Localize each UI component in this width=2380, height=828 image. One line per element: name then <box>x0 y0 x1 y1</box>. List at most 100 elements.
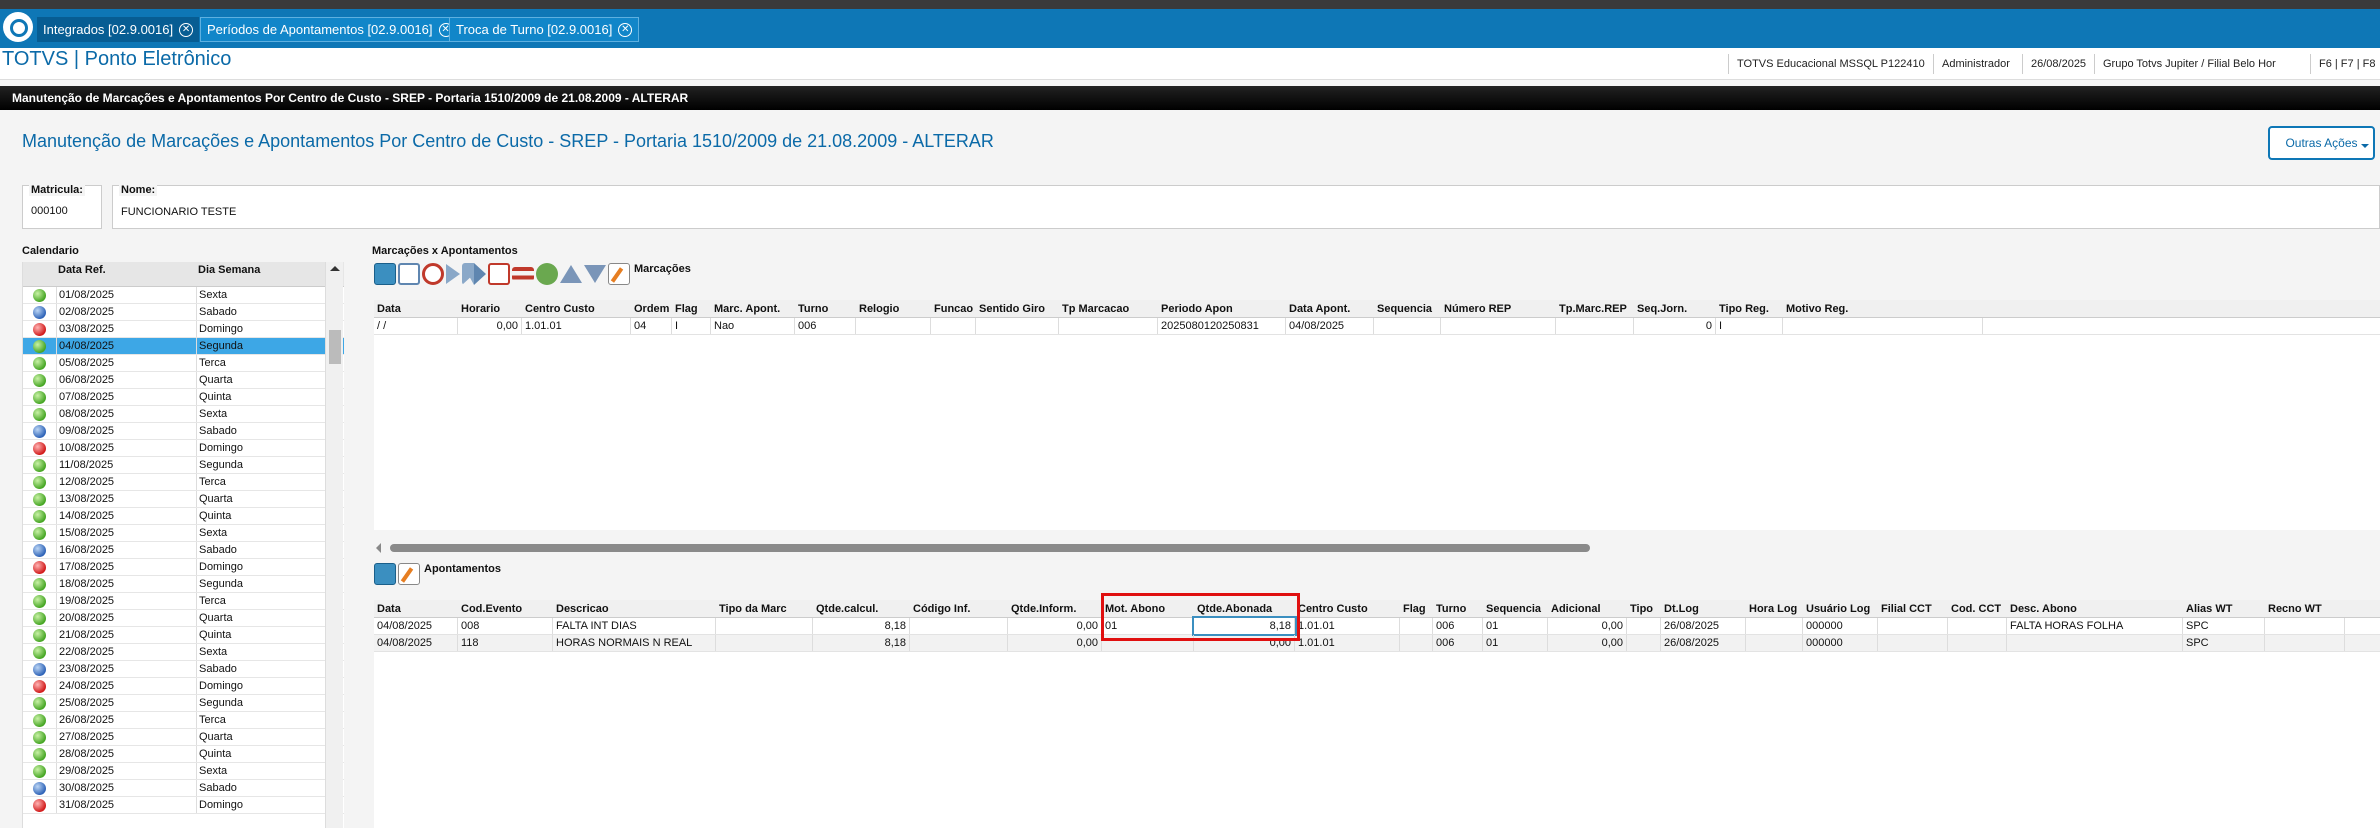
table-cell[interactable] <box>1059 318 1158 334</box>
calendar-row[interactable]: 24/08/2025 Domingo <box>23 678 344 695</box>
column-header[interactable]: Marc. Apont. <box>711 300 795 317</box>
table-cell[interactable]: 0,00 <box>1008 618 1102 634</box>
data-ref-cell[interactable]: 25/08/2025 <box>56 695 196 711</box>
data-ref-cell[interactable]: 16/08/2025 <box>56 542 196 558</box>
calendar-row[interactable]: 22/08/2025 Sexta <box>23 644 344 661</box>
table-cell[interactable]: 1.01.01 <box>522 318 631 334</box>
column-header[interactable]: Cod. CCT <box>1948 600 2007 617</box>
table-cell[interactable]: 26/08/2025 <box>1661 618 1746 634</box>
column-header[interactable]: Flag <box>672 300 711 317</box>
table-cell[interactable]: 0,00 <box>1008 635 1102 651</box>
data-ref-cell[interactable]: 14/08/2025 <box>56 508 196 524</box>
dia-semana-cell[interactable]: Segunda <box>196 695 324 711</box>
table-cell[interactable]: 04/08/2025 <box>374 635 458 651</box>
calendar-row[interactable]: 01/08/2025 Sexta <box>23 287 344 304</box>
table-row[interactable]: 04/08/2025 008 FALTA INT DIAS 8,18 0,00 01 8,1… <box>374 616 2380 636</box>
tab-periodos[interactable]: Períodos de Apontamentos [02.9.0016] ✕ <box>200 17 460 42</box>
data-ref-cell[interactable]: 15/08/2025 <box>56 525 196 541</box>
dia-semana-cell[interactable]: Sabado <box>196 661 324 677</box>
column-header[interactable]: Funcao <box>931 300 976 317</box>
table-cell[interactable] <box>1441 318 1556 334</box>
table-cell[interactable]: 04/08/2025 <box>374 618 458 634</box>
column-header[interactable]: Tipo da Marc <box>716 600 813 617</box>
column-header[interactable]: Qtde.Inform. <box>1008 600 1102 617</box>
calendar-row[interactable]: 28/08/2025 Quinta <box>23 746 344 763</box>
column-header[interactable]: Desc. Abono <box>2007 600 2183 617</box>
table-cell[interactable]: 04 <box>631 318 672 334</box>
dia-semana-cell[interactable]: Sexta <box>196 763 324 779</box>
calendar-row[interactable]: 12/08/2025 Terca <box>23 474 344 491</box>
column-header[interactable]: Sentido Giro <box>976 300 1059 317</box>
table-cell[interactable]: 0,00 <box>1548 618 1627 634</box>
table-cell[interactable]: FALTA INT DIAS <box>553 618 716 634</box>
column-header[interactable]: Tp.Marc.REP <box>1556 300 1634 317</box>
column-header[interactable]: Turno <box>795 300 856 317</box>
refresh-calendar-icon[interactable] <box>488 263 510 285</box>
dia-semana-cell[interactable]: Sabado <box>196 780 324 796</box>
calendar-row[interactable]: 14/08/2025 Quinta <box>23 508 344 525</box>
table-cell[interactable]: 006 <box>795 318 856 334</box>
data-ref-cell[interactable]: 07/08/2025 <box>56 389 196 405</box>
calendar-row[interactable]: 08/08/2025 Sexta <box>23 406 344 423</box>
scroll-left-icon[interactable] <box>376 543 381 553</box>
column-header[interactable]: Código Inf. <box>910 600 1008 617</box>
table-cell[interactable]: FALTA HORAS FOLHA <box>2007 618 2183 634</box>
table-cell[interactable] <box>1783 318 1983 334</box>
dia-semana-cell[interactable]: Quarta <box>196 372 324 388</box>
calendar-row[interactable]: 06/08/2025 Quarta <box>23 372 344 389</box>
table-cell[interactable] <box>1627 635 1661 651</box>
table-cell[interactable] <box>856 318 931 334</box>
table-cell[interactable]: 0,00 <box>458 318 522 334</box>
calendario-scrollbar[interactable] <box>325 262 343 828</box>
calendar-icon[interactable] <box>398 263 420 285</box>
calendar-row[interactable]: 05/08/2025 Terca <box>23 355 344 372</box>
table-cell[interactable]: 0 <box>1634 318 1716 334</box>
dia-semana-cell[interactable]: Quinta <box>196 627 324 643</box>
table-cell[interactable]: 01 <box>1483 618 1548 634</box>
data-ref-cell[interactable]: 09/08/2025 <box>56 423 196 439</box>
column-header[interactable]: Motivo Reg. <box>1783 300 1983 317</box>
table-cell[interactable] <box>1746 635 1803 651</box>
calendar-row[interactable]: 11/08/2025 Segunda <box>23 457 344 474</box>
table-cell[interactable]: I <box>672 318 711 334</box>
data-ref-cell[interactable]: 20/08/2025 <box>56 610 196 626</box>
hscroll-thumb[interactable] <box>390 544 1590 552</box>
dia-semana-cell[interactable]: Terca <box>196 474 324 490</box>
table-cell[interactable]: 006 <box>1433 618 1483 634</box>
data-ref-cell[interactable]: 18/08/2025 <box>56 576 196 592</box>
column-header[interactable]: Relogio <box>856 300 931 317</box>
column-header[interactable]: Horario <box>458 300 522 317</box>
dia-semana-cell[interactable]: Terca <box>196 355 324 371</box>
column-header[interactable]: Descricao <box>553 600 716 617</box>
column-header[interactable]: Dt.Log <box>1661 600 1746 617</box>
fast-forward-icon[interactable] <box>462 263 486 285</box>
table-cell[interactable] <box>1878 635 1948 651</box>
table-cell[interactable] <box>2265 635 2345 651</box>
dia-semana-cell[interactable]: Quarta <box>196 610 324 626</box>
calendar-row[interactable]: 31/08/2025 Domingo <box>23 797 344 814</box>
table-cell[interactable]: 1.01.01 <box>1295 618 1400 634</box>
dia-semana-cell[interactable]: Sabado <box>196 423 324 439</box>
column-header[interactable]: Filial CCT <box>1878 600 1948 617</box>
data-ref-cell[interactable]: 26/08/2025 <box>56 712 196 728</box>
table-cell[interactable] <box>1948 618 2007 634</box>
outras-acoes-button[interactable]: Outras Ações <box>2268 126 2375 160</box>
dia-semana-cell[interactable]: Quarta <box>196 729 324 745</box>
table-cell[interactable]: 8,18 <box>813 618 910 634</box>
next-icon[interactable] <box>446 264 460 284</box>
table-cell[interactable]: 008 <box>458 618 553 634</box>
data-ref-cell[interactable]: 03/08/2025 <box>56 321 196 337</box>
arrow-up-icon[interactable] <box>560 265 582 283</box>
column-header[interactable]: Hora Log <box>1746 600 1803 617</box>
scroll-up-icon[interactable] <box>330 266 340 271</box>
calendar-row[interactable]: 27/08/2025 Quarta <box>23 729 344 746</box>
table-cell[interactable]: 000000 <box>1803 618 1878 634</box>
table-cell[interactable]: I <box>1716 318 1783 334</box>
column-header[interactable]: Número REP <box>1441 300 1556 317</box>
table-cell[interactable]: / / <box>374 318 458 334</box>
data-ref-cell[interactable]: 13/08/2025 <box>56 491 196 507</box>
close-icon[interactable]: ✕ <box>179 22 194 37</box>
column-header[interactable]: Tp Marcacao <box>1059 300 1158 317</box>
calendar-row[interactable]: 26/08/2025 Terca <box>23 712 344 729</box>
column-header[interactable]: Data <box>374 600 458 617</box>
